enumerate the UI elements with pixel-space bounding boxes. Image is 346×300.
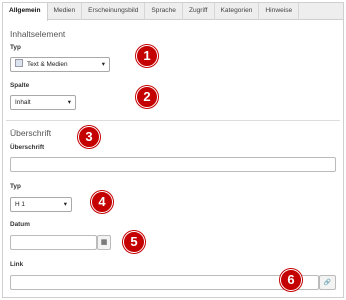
tab-allgemein[interactable]: Allgemein xyxy=(3,3,48,21)
tab-hinweise[interactable]: Hinweise xyxy=(259,3,300,20)
link-label: Link xyxy=(10,261,24,268)
tab-zugriff[interactable]: Zugriff xyxy=(183,3,215,20)
tab-sprache[interactable]: Sprache xyxy=(145,3,183,20)
calendar-icon: ▦ xyxy=(100,239,108,246)
date-input[interactable] xyxy=(10,235,97,250)
annotation-badge-1: 1 xyxy=(136,45,158,67)
column-select[interactable]: Inhalt ▾ xyxy=(10,95,76,110)
heading-label: Überschrift xyxy=(10,144,45,151)
section-title-content-element: Inhaltselement xyxy=(10,29,66,39)
tab-kategorien[interactable]: Kategorien xyxy=(215,3,260,20)
calendar-button[interactable]: ▦ xyxy=(97,235,111,250)
link-browser-button[interactable]: 🔗 xyxy=(319,275,336,290)
header-type-label: Typ xyxy=(10,183,21,190)
annotation-badge-2: 2 xyxy=(136,86,158,108)
chevron-down-icon: ▾ xyxy=(63,201,67,208)
annotation-badge-5: 5 xyxy=(123,231,145,253)
content-type-value: Text & Medien xyxy=(27,61,68,68)
link-input[interactable] xyxy=(10,275,319,290)
tab-bar: Allgemein Medien Erscheinungsbild Sprach… xyxy=(3,3,343,21)
section-divider xyxy=(6,120,340,121)
date-label: Datum xyxy=(10,221,30,228)
text-media-icon xyxy=(15,59,23,67)
header-type-value: H 1 xyxy=(15,201,25,208)
chevron-down-icon: ▾ xyxy=(101,61,105,68)
form-panel: Allgemein Medien Erscheinungsbild Sprach… xyxy=(2,2,344,298)
column-label: Spalte xyxy=(10,82,30,89)
heading-input[interactable] xyxy=(10,157,336,172)
annotation-badge-4: 4 xyxy=(91,191,113,213)
tab-medien[interactable]: Medien xyxy=(48,3,83,20)
content-type-select[interactable]: Text & Medien ▾ xyxy=(10,57,110,72)
type-label: Typ xyxy=(10,44,21,51)
annotation-badge-3: 3 xyxy=(78,126,100,148)
annotation-badge-6: 6 xyxy=(280,269,302,291)
chevron-down-icon: ▾ xyxy=(67,99,71,106)
tab-erscheinungsbild[interactable]: Erscheinungsbild xyxy=(82,3,146,20)
section-title-header: Überschrift xyxy=(10,128,52,138)
link-icon: 🔗 xyxy=(323,280,332,286)
column-value: Inhalt xyxy=(15,99,31,106)
header-type-select[interactable]: H 1 ▾ xyxy=(10,197,72,212)
